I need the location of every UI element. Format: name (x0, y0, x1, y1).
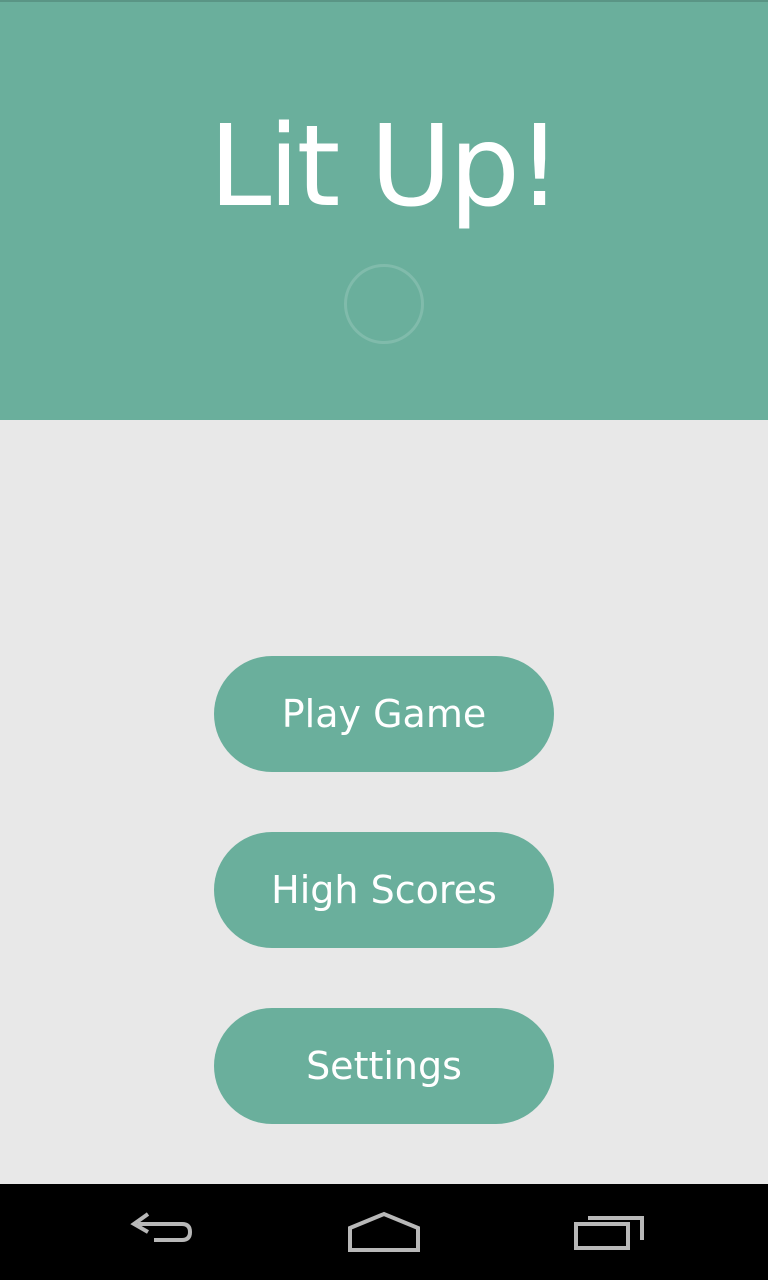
main-menu-screen: Lit Up! Play Game High Scores Settings (0, 0, 768, 1280)
back-icon (130, 1212, 193, 1242)
app-title: Lit Up! (209, 102, 562, 232)
nav-home-button[interactable] (314, 1184, 454, 1280)
home-icon (348, 1211, 420, 1252)
recents-icon (574, 1216, 644, 1250)
loading-ring-icon (344, 264, 424, 344)
settings-button[interactable]: Settings (214, 1008, 554, 1124)
header-banner: Lit Up! (0, 0, 768, 420)
system-navigation-bar (0, 1184, 768, 1280)
high-scores-button[interactable]: High Scores (214, 832, 554, 948)
nav-back-button[interactable] (90, 1184, 230, 1280)
nav-recents-button[interactable] (540, 1184, 680, 1280)
play-game-button[interactable]: Play Game (214, 656, 554, 772)
